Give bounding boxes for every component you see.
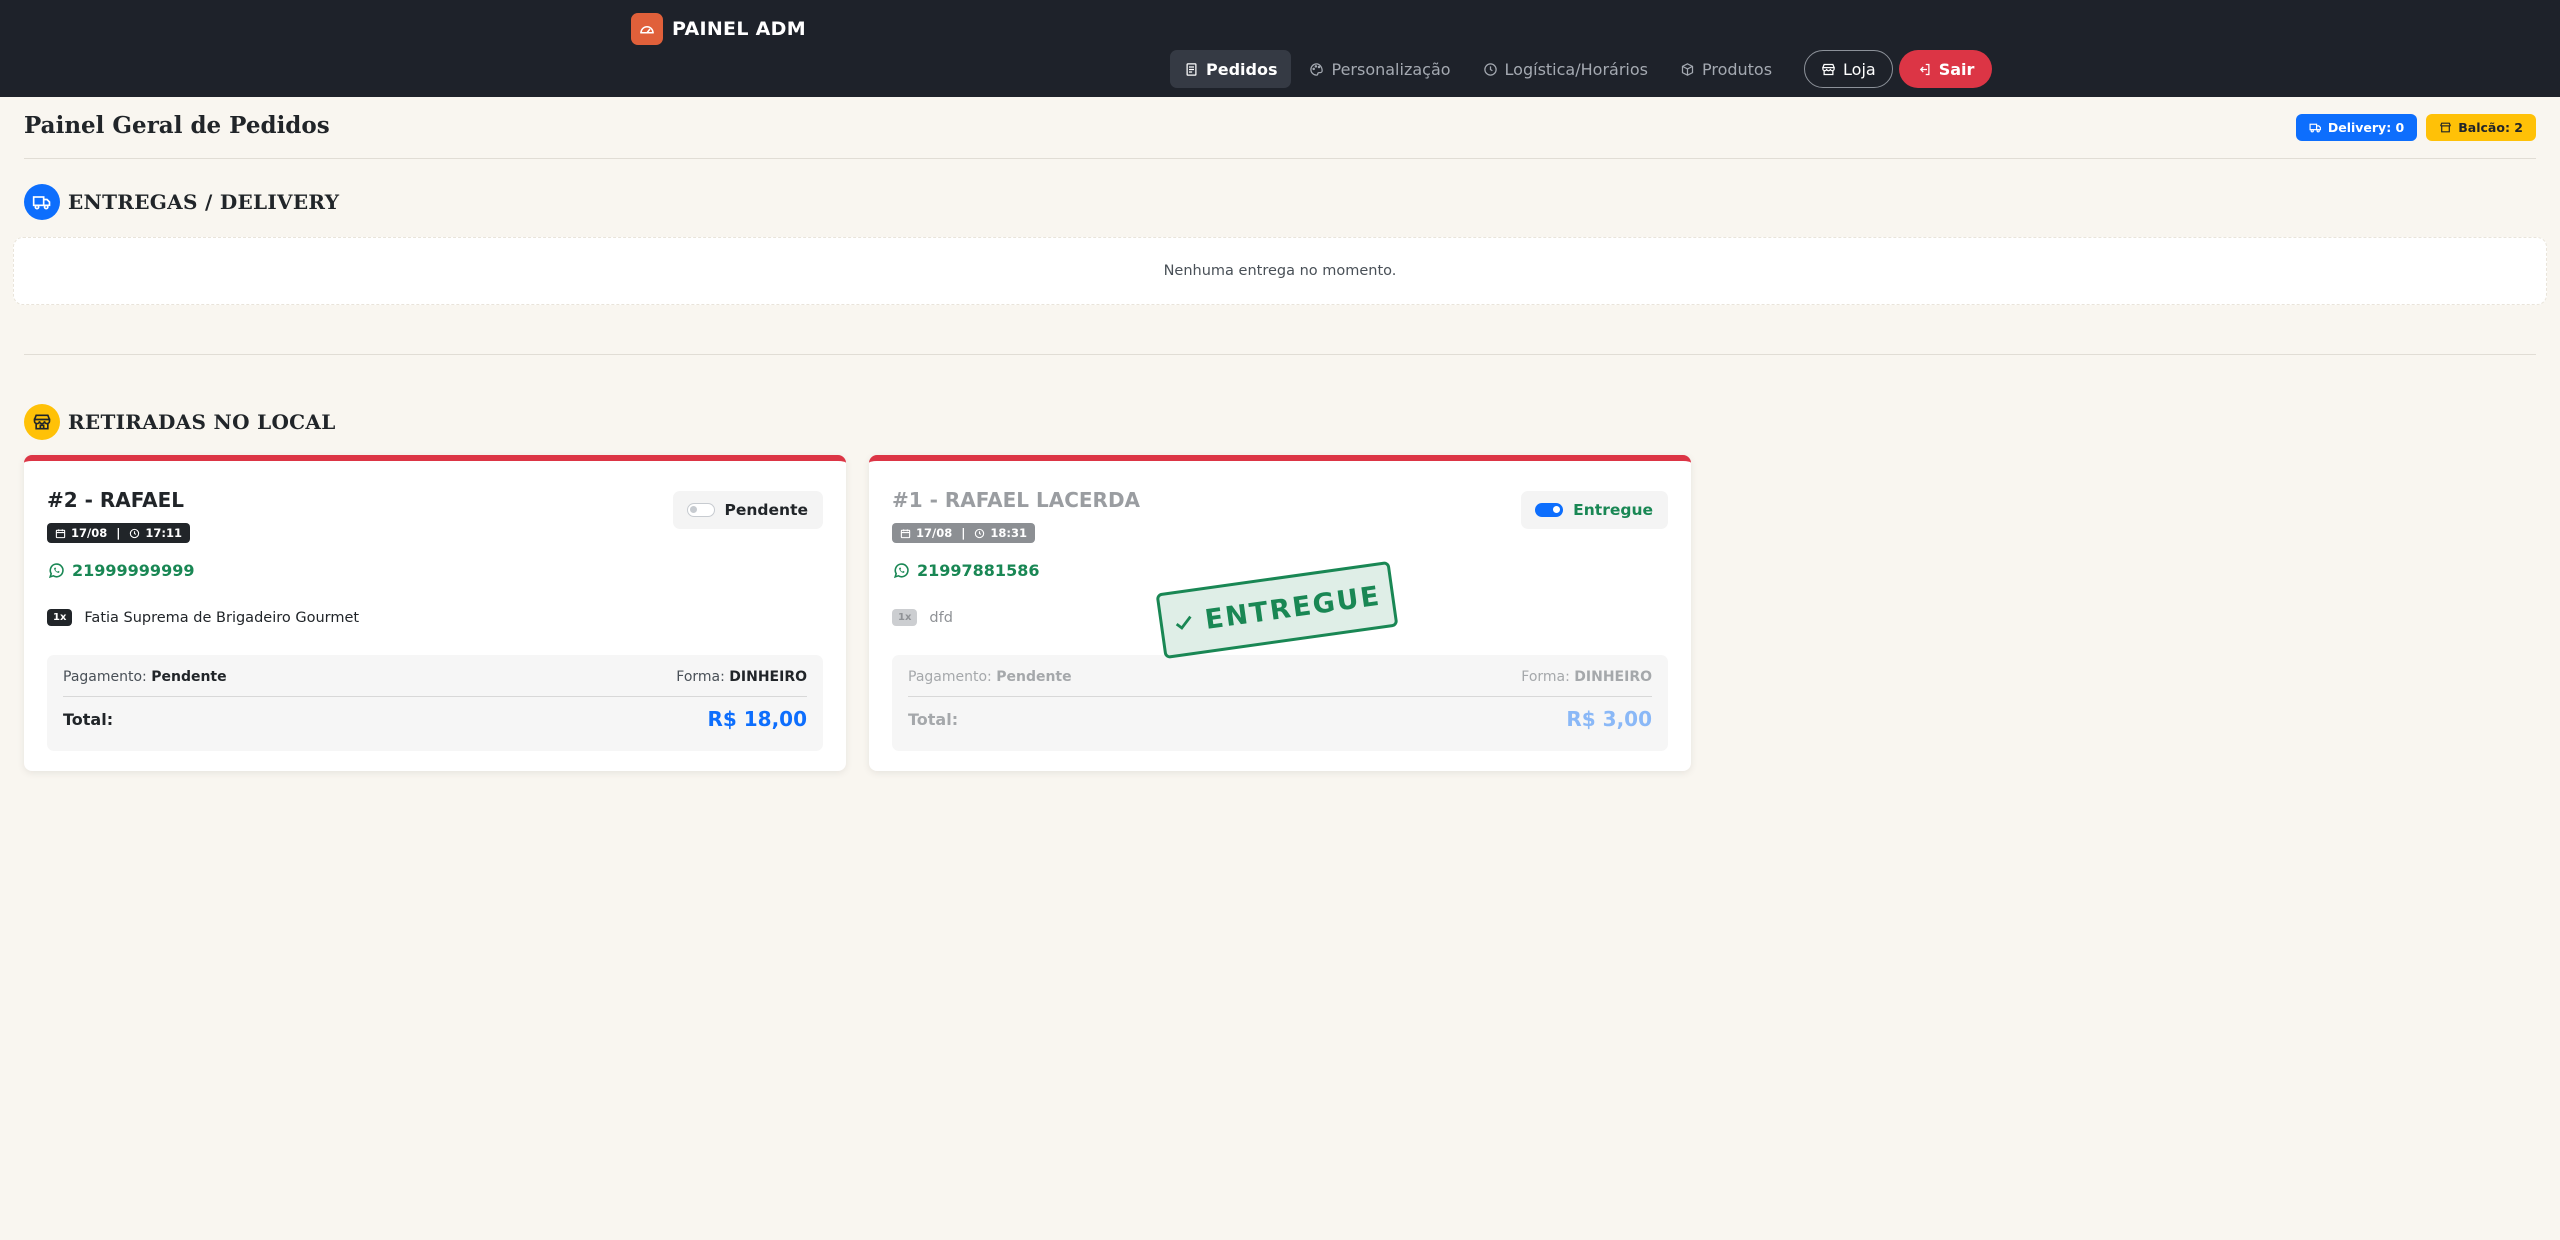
- store-icon: [24, 404, 60, 440]
- main-nav: Pedidos Personalização Logística/Horário…: [1170, 50, 1993, 88]
- nav-produtos[interactable]: Produtos: [1666, 50, 1786, 88]
- total-label: Total:: [908, 709, 959, 729]
- brand[interactable]: PAINEL ADM: [631, 13, 806, 45]
- datetime-separator: |: [961, 526, 966, 540]
- balcao-count-badge: Balcão: 2: [2426, 114, 2536, 141]
- order-count-badges: Delivery: 0 Balcão: 2: [2295, 114, 2536, 141]
- payment-label: Pagamento:: [908, 669, 992, 685]
- order-status-label: Entregue: [1573, 501, 1653, 519]
- payment-label: Pagamento:: [63, 669, 147, 685]
- truck-icon: [24, 184, 60, 220]
- delivery-section-header: ENTREGAS / DELIVERY: [24, 184, 339, 220]
- status-switch[interactable]: [686, 503, 715, 517]
- order-payment-summary: Pagamento: Pendente Forma: DINHEIRO Tota…: [892, 655, 1668, 751]
- order-customer-name: #2 - RAFAEL: [47, 488, 185, 512]
- order-item: 1x Fatia Suprema de Brigadeiro Gourmet: [47, 609, 359, 626]
- total-row: Total: R$ 18,00: [63, 707, 807, 731]
- divider: [24, 354, 2536, 355]
- nav-personalizacao-label: Personalização: [1331, 59, 1451, 79]
- order-phone: 21997881586: [917, 561, 1040, 580]
- palette-icon: [1310, 62, 1324, 76]
- delivery-section-title: ENTREGAS / DELIVERY: [68, 190, 340, 214]
- divider: [24, 158, 2536, 159]
- store-icon: [1822, 63, 1835, 75]
- nav-produtos-label: Produtos: [1701, 59, 1773, 79]
- order-status-toggle[interactable]: Pendente: [672, 491, 823, 529]
- pickup-section-header: RETIRADAS NO LOCAL: [24, 404, 336, 440]
- order-card: #1 - RAFAEL LACERDA 17/08 | 18:31 Entreg…: [869, 455, 1691, 771]
- sair-label: Sair: [1938, 59, 1975, 79]
- order-datetime-badge: 17/08 | 17:11: [47, 523, 191, 543]
- order-date: 17/08: [916, 526, 953, 540]
- order-time: 17:11: [145, 526, 183, 540]
- item-qty: 1x: [47, 609, 73, 626]
- balcao-count-label: Balcão: 2: [2458, 120, 2523, 135]
- delivery-count-badge: Delivery: 0: [2295, 114, 2418, 141]
- clock-icon: [975, 528, 985, 538]
- page-title: Painel Geral de Pedidos: [24, 112, 330, 139]
- clock-icon: [1483, 62, 1497, 76]
- nav-personalizacao[interactable]: Personalização: [1295, 50, 1464, 88]
- logout-icon: [1919, 63, 1930, 75]
- divider: [63, 696, 807, 697]
- total-row: Total: R$ 3,00: [908, 707, 1652, 731]
- item-name: dfd: [929, 609, 953, 626]
- payment-status: Pendente: [151, 669, 227, 685]
- payment-status: Pendente: [996, 669, 1072, 685]
- pickup-section-title: RETIRADAS NO LOCAL: [68, 410, 336, 434]
- total-value: R$ 18,00: [707, 707, 807, 731]
- calendar-icon: [900, 528, 911, 538]
- order-phone: 21999999999: [72, 561, 195, 580]
- item-name: Fatia Suprema de Brigadeiro Gourmet: [84, 609, 360, 626]
- method-label: Forma:: [676, 669, 725, 685]
- method-label: Forma:: [1521, 669, 1570, 685]
- order-payment-summary: Pagamento: Pendente Forma: DINHEIRO Tota…: [47, 655, 823, 751]
- order-phone-link[interactable]: 21999999999: [47, 561, 194, 580]
- nav-pedidos-label: Pedidos: [1206, 59, 1278, 79]
- item-qty: 1x: [892, 609, 918, 626]
- delivered-stamp-text: ENTREGUE: [1202, 580, 1383, 636]
- status-switch[interactable]: [1535, 503, 1564, 517]
- nav-pedidos[interactable]: Pedidos: [1170, 50, 1292, 88]
- order-item: 1x dfd: [892, 609, 953, 626]
- payment-method: DINHEIRO: [1574, 669, 1652, 685]
- delivery-empty-text: Nenhuma entrega no momento.: [1163, 263, 1397, 279]
- delivery-count-label: Delivery: 0: [2327, 120, 2405, 135]
- total-label: Total:: [63, 709, 114, 729]
- store-icon: [2440, 122, 2452, 133]
- delivery-empty-state: Nenhuma entrega no momento.: [13, 237, 2547, 305]
- brand-title: PAINEL ADM: [672, 18, 806, 40]
- order-phone-link[interactable]: 21997881586: [892, 561, 1039, 580]
- order-card: #2 - RAFAEL 17/08 | 17:11 Pendente 21999…: [24, 455, 846, 771]
- check-icon: [1176, 615, 1192, 630]
- box-icon: [1681, 62, 1694, 76]
- order-status-label: Pendente: [724, 501, 808, 519]
- loja-button[interactable]: Loja: [1804, 50, 1893, 88]
- order-time: 18:31: [990, 526, 1028, 540]
- order-status-toggle[interactable]: Entregue: [1521, 491, 1668, 529]
- whatsapp-icon: [893, 563, 909, 579]
- order-datetime-badge: 17/08 | 18:31: [892, 523, 1036, 543]
- order-customer-name: #1 - RAFAEL LACERDA: [892, 488, 1141, 512]
- truck-icon: [2309, 123, 2321, 133]
- datetime-separator: |: [116, 526, 121, 540]
- total-value: R$ 3,00: [1566, 707, 1652, 731]
- dashboard-icon: [631, 13, 663, 45]
- nav-logistica[interactable]: Logística/Horários: [1469, 50, 1662, 88]
- payment-row: Pagamento: Pendente Forma: DINHEIRO: [63, 669, 807, 685]
- whatsapp-icon: [48, 563, 64, 579]
- top-navbar: PAINEL ADM Pedidos Personalização Logíst…: [0, 0, 2560, 97]
- receipt-icon: [1186, 62, 1197, 76]
- divider: [908, 696, 1652, 697]
- calendar-icon: [55, 528, 66, 538]
- order-date: 17/08: [71, 526, 108, 540]
- payment-method: DINHEIRO: [729, 669, 807, 685]
- sair-button[interactable]: Sair: [1898, 50, 1993, 88]
- nav-logistica-label: Logística/Horários: [1504, 59, 1648, 79]
- loja-label: Loja: [1843, 59, 1876, 79]
- payment-row: Pagamento: Pendente Forma: DINHEIRO: [908, 669, 1652, 685]
- clock-icon: [130, 528, 140, 538]
- delivered-stamp: ENTREGUE: [1155, 560, 1399, 660]
